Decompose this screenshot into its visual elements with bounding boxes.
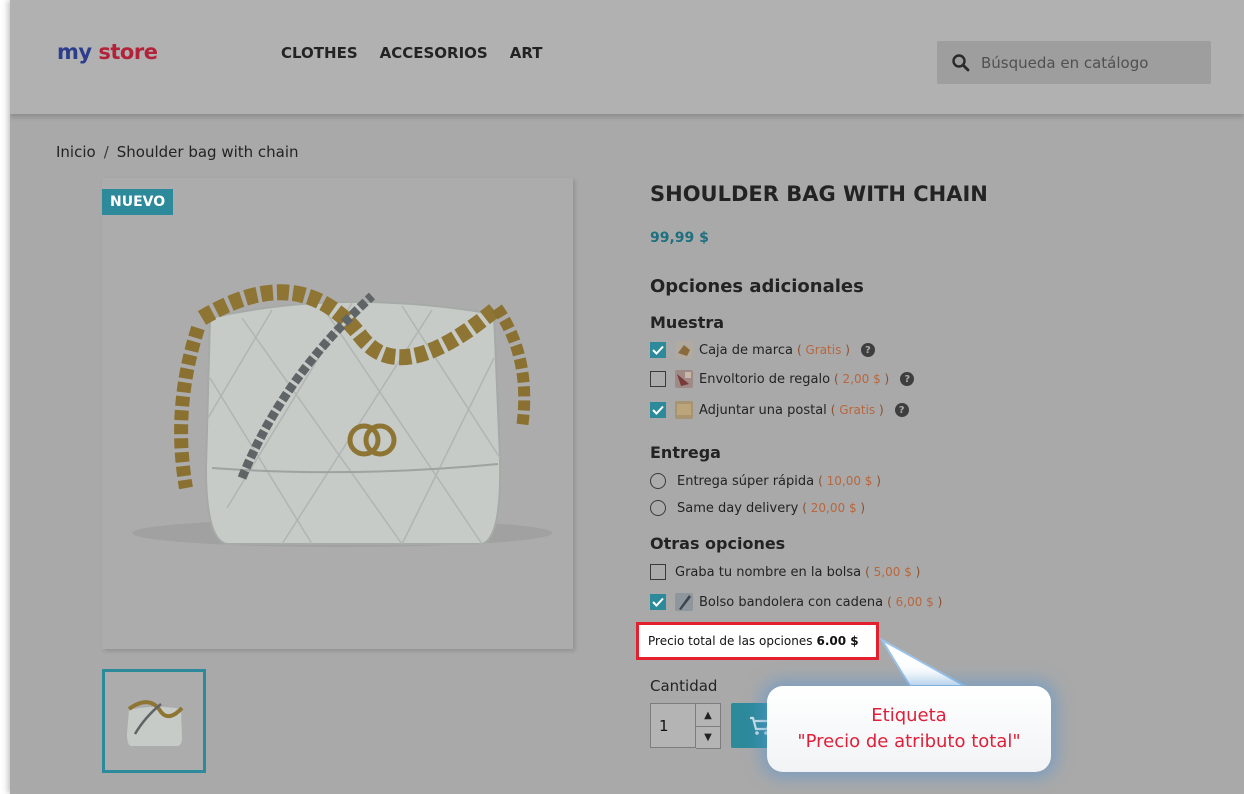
logo-part-my: my	[57, 40, 92, 64]
option-price: ( 20,00 $ )	[802, 501, 866, 515]
quantity-down-icon[interactable]: ▼	[696, 726, 720, 748]
checkbox-checked[interactable]	[650, 402, 666, 418]
product-main-image[interactable]: NUEVO	[102, 178, 573, 649]
quantity-stepper: ▲ ▼	[650, 703, 721, 749]
option-label: Graba tu nombre en la bolsa	[675, 564, 862, 580]
checkbox-checked[interactable]	[650, 594, 666, 610]
callout-line-2: "Precio de atributo total"	[797, 731, 1021, 752]
checkbox-unchecked[interactable]	[650, 371, 666, 387]
quantity-buttons: ▲ ▼	[696, 703, 721, 749]
option-adjuntar-una-postal[interactable]: Adjuntar una postal ( Gratis ) ?	[650, 400, 909, 420]
store-page: my store CLOTHES ACCESORIOS ART Inicio /…	[10, 0, 1244, 794]
quantity-input[interactable]	[650, 703, 696, 748]
search-input[interactable]	[981, 53, 1201, 72]
option-price: ( 6,00 $ )	[887, 595, 943, 609]
group-title-muestra: Muestra	[650, 313, 725, 332]
help-icon[interactable]: ?	[860, 343, 875, 357]
main-nav: CLOTHES ACCESORIOS ART	[281, 44, 542, 62]
product-price: 99,99 $	[650, 230, 709, 246]
group-title-entrega: Entrega	[650, 443, 721, 462]
option-label: Caja de marca	[699, 342, 793, 358]
options-heading: Opciones adicionales	[650, 276, 864, 297]
box-thumbnail-icon	[675, 341, 693, 359]
option-label: Same day delivery	[677, 500, 799, 516]
checkbox-unchecked[interactable]	[650, 564, 666, 580]
option-price: ( 10,00 $ )	[818, 474, 881, 488]
product-thumbnail[interactable]	[102, 669, 206, 773]
logo-part-store: store	[98, 40, 158, 64]
option-price: ( 5,00 $ )	[865, 565, 921, 579]
breadcrumb-home[interactable]: Inicio	[56, 143, 96, 161]
breadcrumb-current: Shoulder bag with chain	[116, 143, 299, 161]
callout-line-1: Etiqueta	[871, 705, 947, 726]
option-same-day-delivery[interactable]: Same day delivery ( 20,00 $ )	[650, 498, 865, 518]
postcard-thumbnail-icon	[675, 401, 693, 419]
option-price: ( 2,00 $ )	[834, 372, 890, 386]
option-entrega-super-rapida[interactable]: Entrega súper rápida ( 10,00 $ )	[650, 471, 881, 491]
option-price: ( Gratis )	[830, 403, 884, 417]
product-title: SHOULDER BAG WITH CHAIN	[650, 182, 988, 206]
search-box	[937, 41, 1211, 84]
bag-thumbnail-illustration	[127, 700, 184, 746]
option-label: Adjuntar una postal	[699, 402, 827, 418]
nav-accesorios[interactable]: ACCESORIOS	[380, 44, 488, 62]
nav-art[interactable]: ART	[510, 44, 543, 62]
radio-button[interactable]	[650, 500, 666, 516]
site-header: my store CLOTHES ACCESORIOS ART	[10, 0, 1244, 114]
breadcrumb: Inicio / Shoulder bag with chain	[56, 143, 299, 161]
option-graba-tu-nombre[interactable]: Graba tu nombre en la bolsa ( 5,00 $ )	[650, 562, 920, 582]
quantity-label: Cantidad	[650, 677, 718, 695]
new-badge: NUEVO	[102, 189, 174, 215]
option-label: Entrega súper rápida	[677, 473, 815, 489]
bag-illustration	[132, 284, 552, 547]
option-price: ( Gratis )	[796, 343, 850, 357]
breadcrumb-separator: /	[103, 143, 109, 161]
option-bolso-bandolera[interactable]: Bolso bandolera con cadena ( 6,00 $ )	[650, 592, 942, 612]
option-envoltorio-de-regalo[interactable]: Envoltorio de regalo ( 2,00 $ ) ?	[650, 369, 915, 389]
help-icon[interactable]: ?	[900, 372, 915, 386]
bag-chain-thumbnail-icon	[675, 593, 693, 611]
checkbox-checked[interactable]	[650, 342, 666, 358]
radio-button[interactable]	[650, 473, 666, 489]
store-logo[interactable]: my store	[57, 40, 158, 64]
help-icon[interactable]: ?	[894, 403, 909, 417]
option-label: Bolso bandolera con cadena	[699, 594, 884, 610]
total-value: 6.00 $	[816, 634, 859, 648]
options-total-price-label: Precio total de las opciones 6.00 $	[636, 622, 879, 660]
group-title-otras-opciones: Otras opciones	[650, 534, 786, 553]
search-icon[interactable]	[951, 53, 971, 73]
quantity-up-icon[interactable]: ▲	[696, 704, 720, 726]
option-label: Envoltorio de regalo	[699, 371, 831, 387]
total-label: Precio total de las opciones	[648, 634, 813, 648]
option-caja-de-marca[interactable]: Caja de marca ( Gratis ) ?	[650, 340, 875, 360]
callout-annotation: Etiqueta "Precio de atributo total"	[767, 686, 1051, 772]
gift-wrap-thumbnail-icon	[675, 370, 693, 388]
nav-clothes[interactable]: CLOTHES	[281, 44, 358, 62]
